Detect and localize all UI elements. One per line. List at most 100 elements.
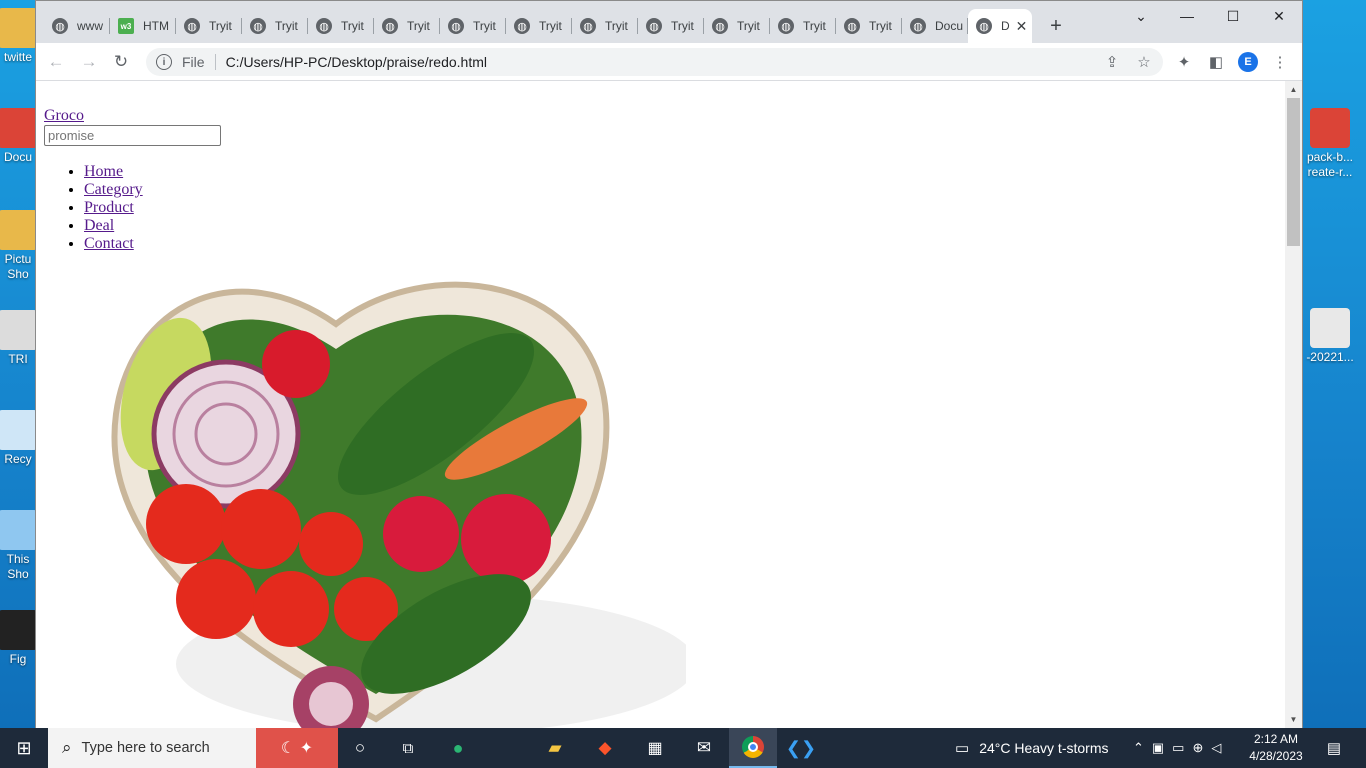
desktop-icon-label: pack-b... bbox=[1306, 150, 1354, 164]
bookmark-star-icon[interactable]: ☆ bbox=[1134, 52, 1154, 72]
tab-title: Tryit bbox=[275, 19, 298, 33]
nav-link-contact[interactable]: Contact bbox=[84, 235, 134, 252]
globe-icon: ◍ bbox=[844, 18, 860, 34]
globe-icon: ◍ bbox=[448, 18, 464, 34]
globe-icon: ◍ bbox=[52, 18, 68, 34]
reload-button[interactable]: ↻ bbox=[107, 48, 135, 76]
desktop-app-icon bbox=[0, 108, 38, 148]
search-icon: ⌕ bbox=[62, 738, 72, 757]
globe-icon: ◍ bbox=[712, 18, 728, 34]
forward-button[interactable]: → bbox=[75, 48, 103, 76]
tab-title: Tryit bbox=[869, 19, 892, 33]
logo-link[interactable]: Groco bbox=[44, 107, 221, 125]
desktop-app-icon bbox=[0, 610, 38, 650]
share-icon[interactable]: ⇪ bbox=[1102, 52, 1122, 72]
tab[interactable]: ◍ Docu bbox=[902, 9, 968, 43]
tab-title: Tryit bbox=[407, 19, 430, 33]
desktop-app-icon bbox=[1310, 308, 1350, 348]
tab[interactable]: ◍ Tryit bbox=[308, 9, 374, 43]
tab-search-chevron-icon[interactable]: ⌄ bbox=[1118, 1, 1164, 31]
tab[interactable]: ◍ Tryit bbox=[242, 9, 308, 43]
nav-item: Deal bbox=[84, 217, 221, 235]
scroll-thumb[interactable] bbox=[1287, 98, 1300, 246]
profile-avatar[interactable]: E bbox=[1238, 52, 1258, 72]
desktop-app-icon bbox=[0, 210, 38, 250]
url-text[interactable]: C:/Users/HP-PC/Desktop/praise/redo.html bbox=[226, 54, 487, 70]
address-bar[interactable]: i File C:/Users/HP-PC/Desktop/praise/red… bbox=[146, 48, 1163, 76]
globe-icon: ◍ bbox=[778, 18, 794, 34]
tab-title: Docu bbox=[935, 19, 964, 33]
toolbar: ← → ↻ i File C:/Users/HP-PC/Desktop/prai… bbox=[36, 43, 1302, 81]
back-button[interactable]: ← bbox=[42, 48, 70, 76]
windows-start-icon[interactable]: ⊞ bbox=[0, 728, 48, 768]
new-tab-button[interactable]: + bbox=[1043, 13, 1069, 39]
search-highlight-icon[interactable]: ☾ ✦ bbox=[256, 728, 338, 768]
globe-icon: ◍ bbox=[316, 18, 332, 34]
desktop-icon[interactable]: pack-b... reate-r... bbox=[1294, 108, 1366, 180]
divider bbox=[214, 54, 216, 70]
nav-item: Category bbox=[84, 181, 221, 199]
file-explorer-icon[interactable]: ▰ bbox=[540, 728, 570, 768]
tab[interactable]: ◍ Tryit bbox=[704, 9, 770, 43]
side-panel-icon[interactable]: ◧ bbox=[1206, 52, 1226, 72]
tab[interactable]: ◍ Tryit bbox=[440, 9, 506, 43]
scroll-up-icon[interactable]: ▲ bbox=[1285, 81, 1302, 98]
tab-active[interactable]: ◍ D ✕ bbox=[968, 9, 1032, 43]
tab-title: Tryit bbox=[209, 19, 232, 33]
maximize-icon[interactable]: ☐ bbox=[1210, 1, 1256, 31]
nav-link-category[interactable]: Category bbox=[84, 181, 143, 198]
menu-icon[interactable]: ⋮ bbox=[1270, 52, 1290, 72]
tab-title: HTM bbox=[143, 19, 169, 33]
minimize-icon[interactable]: — bbox=[1164, 1, 1210, 31]
mail-icon[interactable]: ✉ bbox=[688, 728, 720, 768]
close-tab-icon[interactable]: ✕ bbox=[1016, 18, 1028, 35]
tab[interactable]: ◍ Tryit bbox=[572, 9, 638, 43]
clock[interactable]: 2:12 AM 4/28/2023 bbox=[1248, 731, 1304, 765]
extensions-icon[interactable]: ✦ bbox=[1174, 52, 1194, 72]
globe-icon: ◍ bbox=[646, 18, 662, 34]
nav-link-deal[interactable]: Deal bbox=[84, 217, 114, 234]
scroll-down-icon[interactable]: ▼ bbox=[1285, 711, 1302, 728]
weather-text: 24°C Heavy t-storms bbox=[979, 740, 1109, 756]
desktop-app-icon bbox=[0, 510, 38, 550]
weather-icon: ▭ bbox=[955, 740, 970, 757]
tab[interactable]: ◍ Tryit bbox=[836, 9, 902, 43]
desktop-app-icon bbox=[0, 410, 38, 450]
notification-icon[interactable]: ▤ bbox=[1320, 728, 1348, 768]
tab[interactable]: ◍ www bbox=[44, 9, 110, 43]
chrome-taskbar-button[interactable] bbox=[729, 728, 777, 768]
tab[interactable]: ◍ Tryit bbox=[176, 9, 242, 43]
page-viewport: Groco HomeCategoryProductDealContact bbox=[36, 81, 1287, 728]
close-window-icon[interactable]: ✕ bbox=[1256, 1, 1302, 31]
tab[interactable]: ◍ Tryit bbox=[506, 9, 572, 43]
tab-title: Tryit bbox=[671, 19, 694, 33]
globe-icon: ◍ bbox=[910, 18, 926, 34]
vertical-scrollbar[interactable]: ▲ ▼ bbox=[1285, 81, 1302, 728]
site-info-icon[interactable]: i bbox=[156, 54, 172, 70]
tab-title: www bbox=[77, 19, 103, 33]
browser-window: ◍ www w3 HTM ◍ Tryit ◍ Tryit ◍ Tryit ◍ Tryit ◍ Tryit ◍… bbox=[35, 0, 1303, 728]
task-view-icon[interactable]: ⧉ bbox=[394, 728, 422, 768]
desktop-icon-sublabel: reate-r... bbox=[1307, 165, 1353, 179]
tab[interactable]: ◍ Tryit bbox=[770, 9, 836, 43]
desktop-icon[interactable]: -20221... bbox=[1294, 308, 1366, 365]
vscode-icon[interactable]: ❮❯ bbox=[786, 728, 816, 768]
nav-link-home[interactable]: Home bbox=[84, 163, 123, 180]
store-icon[interactable]: ▦ bbox=[640, 728, 670, 768]
tab-title: Tryit bbox=[737, 19, 760, 33]
nav-link-product[interactable]: Product bbox=[84, 199, 134, 216]
cortana-icon[interactable]: ○ bbox=[346, 728, 374, 768]
search-input[interactable] bbox=[44, 125, 221, 146]
system-tray-icons[interactable]: ⌃▣▭⊕◁ bbox=[1133, 728, 1229, 768]
edge-icon[interactable]: ● bbox=[443, 728, 473, 768]
weather-widget[interactable]: ▭ 24°C Heavy t-storms bbox=[955, 728, 1108, 768]
tab[interactable]: ◍ Tryit bbox=[374, 9, 440, 43]
globe-icon: ◍ bbox=[580, 18, 596, 34]
tab[interactable]: w3 HTM bbox=[110, 9, 176, 43]
tab-title: Tryit bbox=[473, 19, 496, 33]
tab[interactable]: ◍ Tryit bbox=[638, 9, 704, 43]
brave-icon[interactable]: ◆ bbox=[590, 728, 620, 768]
globe-icon: ◍ bbox=[250, 18, 266, 34]
nav-item: Product bbox=[84, 199, 221, 217]
nav-item: Contact bbox=[84, 235, 221, 253]
